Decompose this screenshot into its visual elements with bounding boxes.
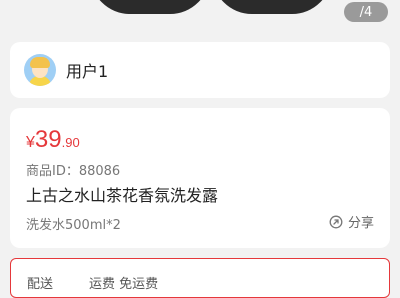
- delivery-value: 运费 免运费: [89, 277, 159, 292]
- share-button[interactable]: 分享: [329, 212, 374, 231]
- product-image-gallery[interactable]: /4: [0, 0, 400, 32]
- image-page-indicator: /4: [344, 2, 388, 22]
- product-name: 上古之水山茶花香氛洗发露: [26, 186, 219, 205]
- product-price: ¥39.90: [26, 126, 80, 154]
- user-name: 用户1: [66, 62, 109, 81]
- delivery-row[interactable]: 配送 运费 免运费: [10, 258, 390, 298]
- user-avatar-icon: [24, 54, 56, 86]
- price-integer: 39: [34, 126, 62, 153]
- product-spec: 洗发水500ml*2: [26, 218, 121, 233]
- share-icon: [329, 215, 343, 228]
- user-card[interactable]: 用户1: [10, 42, 390, 98]
- price-currency: ¥: [26, 134, 35, 151]
- product-image-fragment: [212, 0, 332, 14]
- product-info-card: ¥39.90 商品ID：88086 上古之水山茶花香氛洗发露 洗发水500ml*…: [10, 108, 390, 248]
- product-id: 商品ID：88086: [26, 164, 121, 179]
- product-image-fragment: [90, 0, 210, 14]
- delivery-label: 配送: [27, 277, 54, 292]
- price-decimal: .90: [61, 135, 80, 150]
- share-label: 分享: [347, 216, 374, 231]
